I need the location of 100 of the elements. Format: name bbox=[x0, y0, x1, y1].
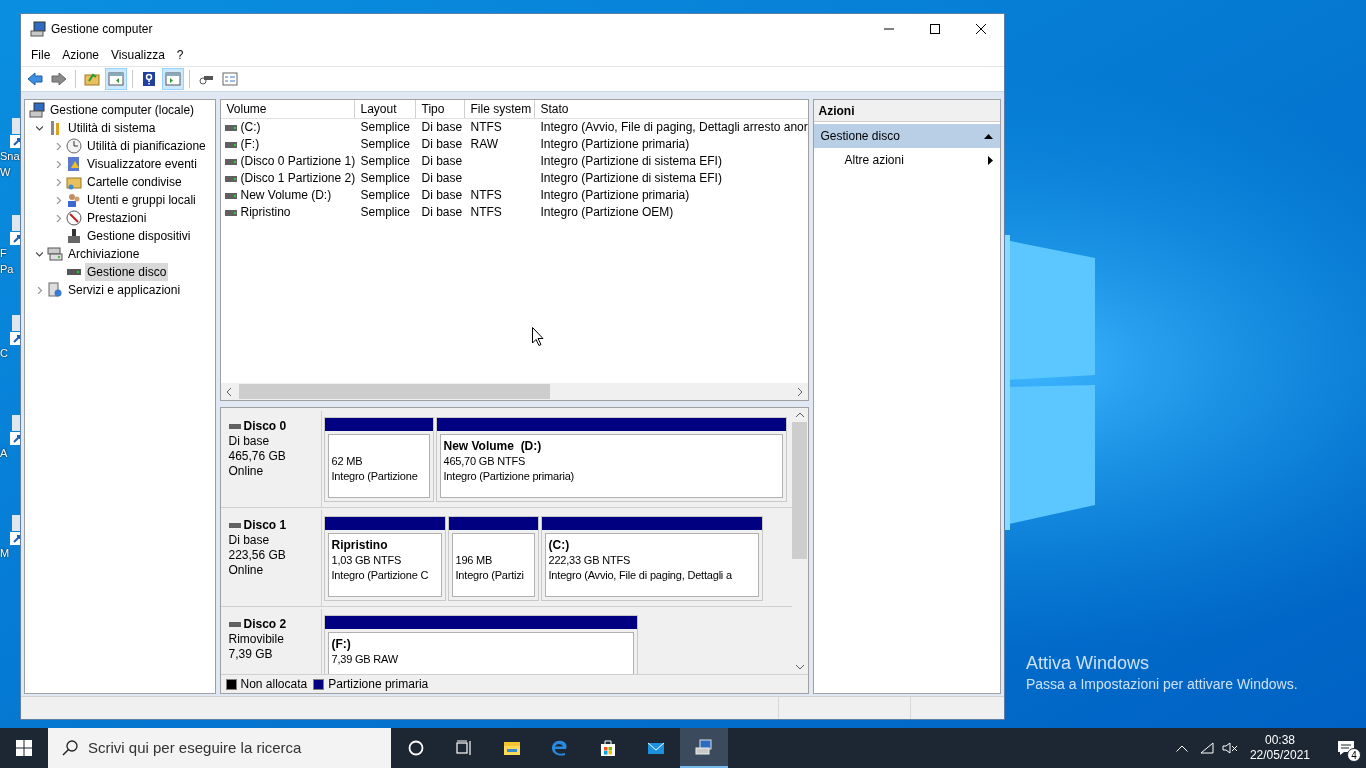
partition-info: 222,33 GB NTFS bbox=[548, 553, 632, 568]
partition-block[interactable]: (C:) 222,33 GB NTFS Integro (Avvio, File di paging, Dettagli a bbox=[540, 516, 763, 601]
scrollbar-thumb[interactable] bbox=[792, 422, 807, 559]
disk-info: Di base bbox=[228, 434, 271, 449]
scroll-up-icon[interactable] bbox=[795, 412, 804, 418]
table-cell: Integro (Partizione OEM) bbox=[540, 204, 674, 221]
folder-icon bbox=[503, 739, 521, 757]
desktop-icon-label[interactable]: C bbox=[0, 345, 8, 361]
scrollbar-thumb[interactable] bbox=[238, 384, 550, 399]
activation-title: Attiva Windows bbox=[1026, 652, 1151, 675]
partition-block[interactable]: (F:) 7,39 GB RAW bbox=[323, 615, 638, 674]
partition-info: Integro (Partizione C bbox=[331, 568, 430, 583]
action-section-header[interactable]: Gestione disco bbox=[813, 124, 1000, 148]
maximize-icon[interactable] bbox=[930, 24, 940, 34]
speaker-muted-icon[interactable] bbox=[1221, 742, 1238, 754]
table-cell: Integro (Partizione di sistema EFI) bbox=[540, 153, 722, 170]
disk-name: Disco 1 bbox=[243, 518, 287, 533]
tree-item[interactable]: Utenti e gruppi locali bbox=[85, 191, 198, 209]
tree-item[interactable]: Gestione computer (locale) bbox=[48, 101, 197, 119]
table-cell: Semplice bbox=[360, 136, 410, 153]
horizontal-scrollbar[interactable] bbox=[220, 383, 808, 400]
scroll-down-icon[interactable] bbox=[795, 664, 804, 670]
partition-info: 465,70 GB NTFS bbox=[443, 454, 527, 469]
clock[interactable]: 00:38 22/05/2021 bbox=[1249, 733, 1310, 763]
tree-item[interactable]: Archiviazione bbox=[66, 245, 142, 263]
scroll-left-icon[interactable] bbox=[225, 387, 232, 396]
drive-icon bbox=[224, 209, 237, 216]
column-header[interactable]: Tipo bbox=[415, 100, 465, 118]
desktop-icon-label[interactable]: W bbox=[0, 164, 11, 180]
computer-icon bbox=[695, 738, 713, 756]
table-cell: Semplice bbox=[360, 170, 410, 187]
start-icon[interactable] bbox=[16, 740, 32, 756]
desktop-icon-label[interactable]: A bbox=[0, 445, 8, 461]
disk-name: Disco 0 bbox=[243, 419, 287, 434]
tree-item[interactable]: Prestazioni bbox=[85, 209, 149, 227]
tree-item[interactable]: Servizi e applicazioni bbox=[66, 281, 183, 299]
table-cell: Semplice bbox=[360, 119, 410, 136]
scroll-right-icon[interactable] bbox=[796, 387, 803, 396]
tree-item[interactable]: Utilità di pianificazione bbox=[85, 137, 208, 155]
menu-item[interactable]: ? bbox=[170, 46, 190, 64]
partition-block[interactable]: New Volume (D:) 465,70 GB NTFS Integro (Partizione primaria) bbox=[435, 417, 787, 502]
menu-item[interactable]: Azione bbox=[56, 46, 106, 64]
task-view-icon bbox=[455, 739, 473, 757]
search-icon bbox=[62, 740, 78, 756]
table-cell: Ripristino bbox=[240, 204, 291, 221]
column-header[interactable]: Volume bbox=[220, 100, 355, 118]
users-icon bbox=[66, 192, 82, 208]
drive-icon bbox=[224, 124, 237, 131]
legend-label: Partizione primaria bbox=[328, 676, 429, 693]
tree-item[interactable]: Visualizzatore eventi bbox=[85, 155, 199, 173]
partition-block[interactable]: 196 MB Integro (Partizi bbox=[447, 516, 539, 601]
disk-info: Rimovibile bbox=[228, 632, 285, 647]
table-cell: Di base bbox=[421, 170, 463, 187]
table-cell: Di base bbox=[421, 136, 463, 153]
close-icon[interactable] bbox=[976, 24, 986, 34]
column-header[interactable]: Layout bbox=[354, 100, 416, 118]
drive-icon bbox=[224, 158, 237, 165]
tree-item[interactable]: Gestione disco bbox=[85, 263, 169, 281]
table-cell: NTFS bbox=[470, 187, 502, 204]
collapse-arrow-icon[interactable] bbox=[984, 133, 993, 139]
partition-info: Integro (Partizi bbox=[455, 568, 525, 583]
table-cell: Integro (Avvio, File di paging, Dettagli arresto anor bbox=[540, 119, 808, 136]
menu-item[interactable]: Visualizza bbox=[105, 46, 171, 64]
partition-info: Integro (Partizione primaria) bbox=[443, 469, 576, 484]
tree-item[interactable]: Utilità di sistema bbox=[66, 119, 158, 137]
partition-title: New Volume (D:) bbox=[443, 439, 543, 454]
partition-info: 1,03 GB NTFS bbox=[331, 553, 403, 568]
tree-item[interactable]: Cartelle condivise bbox=[85, 173, 184, 191]
drive-icon bbox=[228, 622, 241, 627]
search-box[interactable]: Scrivi qui per eseguire la ricerca bbox=[48, 728, 391, 768]
cortana-icon bbox=[407, 739, 425, 757]
table-cell: (Disco 0 Partizione 1) bbox=[240, 153, 355, 170]
desktop-icon-label[interactable]: Pa bbox=[0, 261, 14, 277]
column-header[interactable]: File system bbox=[464, 100, 535, 118]
desktop-icon-label[interactable]: M bbox=[0, 545, 10, 561]
table-cell: Semplice bbox=[360, 204, 410, 221]
table-cell: (Disco 1 Partizione 2) bbox=[240, 170, 355, 187]
wifi-icon[interactable] bbox=[1199, 742, 1214, 754]
desktop-icon-label[interactable]: F bbox=[0, 245, 7, 261]
action-item[interactable]: Altre azioni bbox=[813, 148, 1000, 172]
menu-item[interactable]: File bbox=[25, 46, 57, 64]
notifications-button[interactable]: 4 bbox=[1326, 728, 1366, 768]
table-cell: NTFS bbox=[470, 204, 502, 221]
pane-icon bbox=[108, 71, 124, 87]
partition-block[interactable]: 62 MB Integro (Partizione bbox=[323, 417, 434, 502]
pane-icon bbox=[165, 71, 181, 87]
partition-block[interactable]: Ripristino 1,03 GB NTFS Integro (Partizione C bbox=[323, 516, 446, 601]
table-cell: RAW bbox=[470, 136, 499, 153]
computer-icon bbox=[29, 102, 45, 118]
properties-icon bbox=[222, 71, 238, 87]
partition-info: Integro (Avvio, File di paging, Dettagli a bbox=[548, 568, 733, 583]
tree-item[interactable]: Gestione dispositivi bbox=[85, 227, 193, 245]
drive-icon bbox=[224, 175, 237, 182]
desktop-icon-label[interactable]: Sna bbox=[0, 148, 20, 164]
table-cell: (C:) bbox=[240, 119, 261, 136]
activation-text: Passa a Impostazioni per attivare Windows. bbox=[1026, 675, 1298, 693]
disk-info: 465,76 GB bbox=[228, 449, 287, 464]
pane-title: Azioni bbox=[813, 100, 1000, 122]
partition-title: Ripristino bbox=[331, 538, 389, 553]
chevron-up-icon[interactable] bbox=[1175, 744, 1188, 752]
